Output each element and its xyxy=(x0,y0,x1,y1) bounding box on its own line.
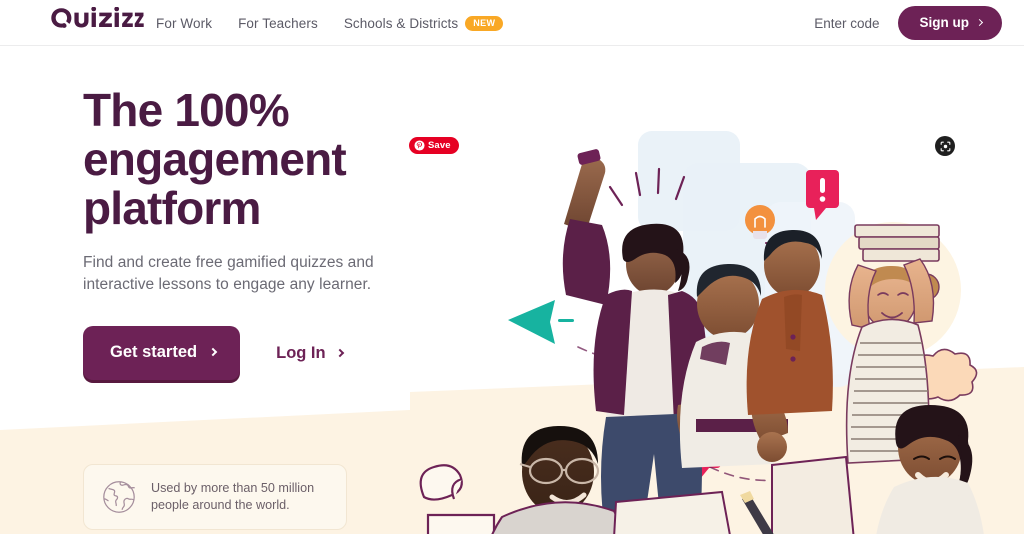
log-in-link[interactable]: Log In xyxy=(276,343,344,363)
get-started-button[interactable]: Get started xyxy=(83,326,241,380)
nav-item-schools-districts[interactable]: Schools & Districts NEW xyxy=(343,15,504,31)
quizizz-logo[interactable] xyxy=(50,6,144,30)
main-navigation: For Work For Teachers Schools & District… xyxy=(156,0,504,46)
nav-label-for-work: For Work xyxy=(156,15,213,31)
header-actions: Enter code Sign up xyxy=(814,0,1002,46)
new-badge: NEW xyxy=(465,15,504,31)
headline-line-2: engagement xyxy=(83,133,347,185)
log-in-label: Log In xyxy=(276,343,326,362)
users-count-line-2: people around the world. xyxy=(151,498,290,512)
get-started-label: Get started xyxy=(110,343,198,361)
chevron-right-icon xyxy=(208,347,218,357)
pinterest-save-label: Save xyxy=(428,140,451,151)
enter-code-link[interactable]: Enter code xyxy=(814,16,879,31)
users-count-card: Used by more than 50 million people arou… xyxy=(83,464,347,530)
pinterest-icon xyxy=(414,140,425,151)
site-header: For Work For Teachers Schools & District… xyxy=(0,0,1024,46)
quizizz-landing-page: For Work For Teachers Schools & District… xyxy=(0,0,1024,534)
nav-label-schools-districts: Schools & Districts xyxy=(343,15,459,31)
students-collage-graphic: ? xyxy=(410,131,1024,534)
hero-cta-row: Get started Log In xyxy=(83,326,413,380)
nav-item-for-teachers[interactable]: For Teachers xyxy=(238,16,318,31)
hero-subheadline: Find and create free gamified quizzes an… xyxy=(83,254,374,293)
hero-text-block: The 100% engagement platform Find and cr… xyxy=(83,86,413,380)
headline-line-1: The 100% xyxy=(83,84,290,136)
nav-item-for-work[interactable]: For Work xyxy=(156,16,212,31)
users-count-text: Used by more than 50 million people arou… xyxy=(151,480,314,514)
headline-line-3: platform xyxy=(83,182,261,234)
teal-arrow xyxy=(508,300,574,344)
users-count-line-1: Used by more than 50 million xyxy=(151,481,315,495)
chevron-right-icon xyxy=(335,348,344,357)
pinterest-save-button[interactable]: Save xyxy=(409,137,459,154)
lens-icon xyxy=(940,141,950,151)
tablet-device xyxy=(771,455,855,534)
stacked-books xyxy=(854,224,940,262)
hero-illustration: ? xyxy=(410,47,1024,534)
chevron-right-icon xyxy=(975,18,984,26)
globe-icon xyxy=(103,481,136,513)
lens-search-button[interactable] xyxy=(935,136,955,156)
quizizz-logo-icon xyxy=(51,7,144,28)
page-title: The 100% engagement platform xyxy=(83,86,413,233)
sign-up-label: Sign up xyxy=(919,15,970,30)
nav-label-for-teachers: For Teachers xyxy=(238,15,318,31)
sign-up-button[interactable]: Sign up xyxy=(897,6,1002,40)
